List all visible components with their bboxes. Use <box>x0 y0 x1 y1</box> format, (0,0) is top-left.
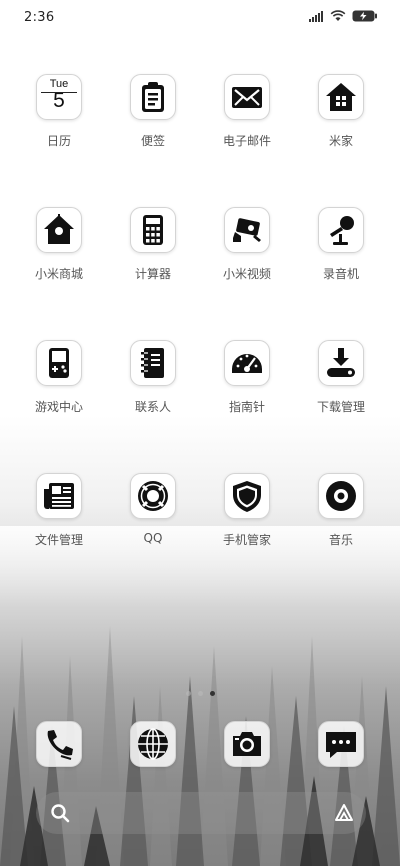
app-label: 小米商城 <box>34 267 83 281</box>
battery-charging-icon <box>352 10 377 22</box>
video-camera-icon <box>224 207 270 253</box>
app-notes[interactable]: 便签 <box>106 74 200 149</box>
app-mivideo[interactable]: 小米视频 <box>200 207 294 282</box>
app-label: 联系人 <box>134 400 171 414</box>
status-bar: 2:36 <box>0 0 400 34</box>
calendar-icon: Tue 5 <box>36 74 82 120</box>
newspaper-icon <box>36 473 82 519</box>
app-label: 指南针 <box>228 400 265 414</box>
app-label: 音乐 <box>328 533 353 547</box>
app-calculator[interactable]: 计算器 <box>106 207 200 282</box>
calculator-icon <box>130 207 176 253</box>
dock-camera[interactable] <box>200 721 294 767</box>
app-label: 文件管理 <box>34 533 83 547</box>
microphone-icon <box>318 207 364 253</box>
app-calendar[interactable]: Tue 5 日历 <box>12 74 106 149</box>
app-contacts[interactable]: 联系人 <box>106 340 200 415</box>
app-label: 便签 <box>140 134 165 148</box>
status-icons <box>309 10 378 22</box>
dock-messages[interactable] <box>294 721 388 767</box>
shield-icon <box>224 473 270 519</box>
dock-browser[interactable] <box>106 721 200 767</box>
signal-icon <box>309 10 323 22</box>
lifebuoy-icon <box>130 473 176 519</box>
app-grid: Tue 5 日历 便签 电子邮件 米家 小米商城 计算器 小米视频 录音机 游戏… <box>12 74 388 548</box>
app-recorder[interactable]: 录音机 <box>294 207 388 282</box>
dock <box>12 721 388 767</box>
address-book-icon <box>130 340 176 386</box>
clipboard-icon <box>130 74 176 120</box>
app-security[interactable]: 手机管家 <box>200 473 294 548</box>
app-label: 手机管家 <box>222 533 271 547</box>
gauge-icon <box>224 340 270 386</box>
app-label: 米家 <box>328 134 353 148</box>
app-gamecenter[interactable]: 游戏中心 <box>12 340 106 415</box>
app-files[interactable]: 文件管理 <box>12 473 106 548</box>
app-label: 计算器 <box>134 267 171 281</box>
app-label: 小米视频 <box>222 267 271 281</box>
download-icon <box>318 340 364 386</box>
home-icon <box>318 74 364 120</box>
camera-icon <box>224 721 270 767</box>
wifi-icon <box>330 10 346 21</box>
app-qq[interactable]: QQ <box>106 473 200 548</box>
app-mistore[interactable]: 小米商城 <box>12 207 106 282</box>
app-music[interactable]: 音乐 <box>294 473 388 548</box>
page-dot <box>185 691 191 696</box>
phone-icon <box>36 721 82 767</box>
app-mihome[interactable]: 米家 <box>294 74 388 149</box>
app-label: 下载管理 <box>316 400 365 414</box>
gameboy-icon <box>36 340 82 386</box>
assistant-icon[interactable] <box>334 803 354 823</box>
app-compass[interactable]: 指南针 <box>200 340 294 415</box>
app-label: 录音机 <box>322 267 359 281</box>
app-email[interactable]: 电子邮件 <box>200 74 294 149</box>
message-icon <box>318 721 364 767</box>
app-label: 电子邮件 <box>222 134 271 148</box>
page-dot-active <box>209 691 215 696</box>
globe-icon <box>130 721 176 767</box>
dock-phone[interactable] <box>12 721 106 767</box>
calendar-divider <box>41 92 77 93</box>
disc-icon <box>318 473 364 519</box>
birdhouse-icon <box>36 207 82 253</box>
app-label: QQ <box>143 531 163 545</box>
app-label: 游戏中心 <box>34 400 83 414</box>
clock: 2:36 <box>24 10 55 25</box>
page-indicator <box>0 691 400 696</box>
search-bar[interactable] <box>36 792 366 834</box>
page-dot <box>197 691 203 696</box>
envelope-icon <box>224 74 270 120</box>
search-icon[interactable] <box>50 803 70 823</box>
app-label: 日历 <box>46 134 71 148</box>
calendar-day: 5 <box>53 89 65 112</box>
app-downloads[interactable]: 下载管理 <box>294 340 388 415</box>
